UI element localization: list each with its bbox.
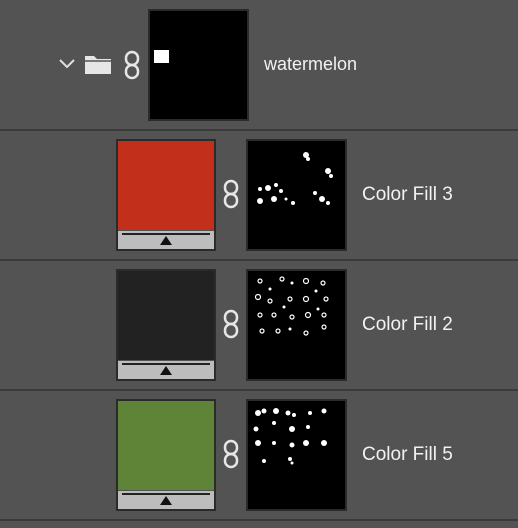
chevron-down-icon[interactable] [58, 55, 76, 73]
mask-shapes [254, 276, 329, 336]
fill-color-swatch [118, 271, 214, 360]
fill-color-swatch [118, 141, 214, 230]
group-mask-thumbnail[interactable] [148, 9, 249, 121]
fill-swatch-bar [118, 491, 214, 509]
fill-swatch-bar [118, 361, 214, 379]
fill-color-thumbnail[interactable] [116, 269, 216, 381]
layer-mask-thumbnail[interactable] [246, 139, 347, 251]
fill-color-thumbnail[interactable] [116, 399, 216, 511]
mask-shapes [257, 152, 333, 205]
layer-name: Color Fill 3 [362, 184, 453, 205]
row-separator [0, 519, 518, 521]
layer-row[interactable]: Color Fill 5 [0, 391, 518, 528]
layer-mask-thumbnail[interactable] [246, 269, 347, 381]
folder-icon [85, 56, 111, 74]
layer-name: Color Fill 5 [362, 444, 453, 465]
fill-color-thumbnail[interactable] [116, 139, 216, 251]
layer-name: Color Fill 2 [362, 314, 453, 335]
mask-shapes [253, 408, 327, 465]
link-icon[interactable] [221, 439, 241, 469]
link-icon[interactable] [122, 50, 142, 80]
layer-mask-thumbnail[interactable] [246, 399, 347, 511]
layer-row[interactable]: Color Fill 3 [0, 131, 518, 259]
fill-swatch-bar [118, 231, 214, 249]
layer-group-row[interactable]: watermelon [0, 0, 518, 129]
link-icon[interactable] [221, 179, 241, 209]
layer-row[interactable]: Color Fill 2 [0, 261, 518, 389]
group-name: watermelon [264, 54, 358, 74]
link-icon[interactable] [221, 309, 241, 339]
mask-white-mark [154, 50, 169, 63]
fill-color-swatch [118, 401, 214, 490]
